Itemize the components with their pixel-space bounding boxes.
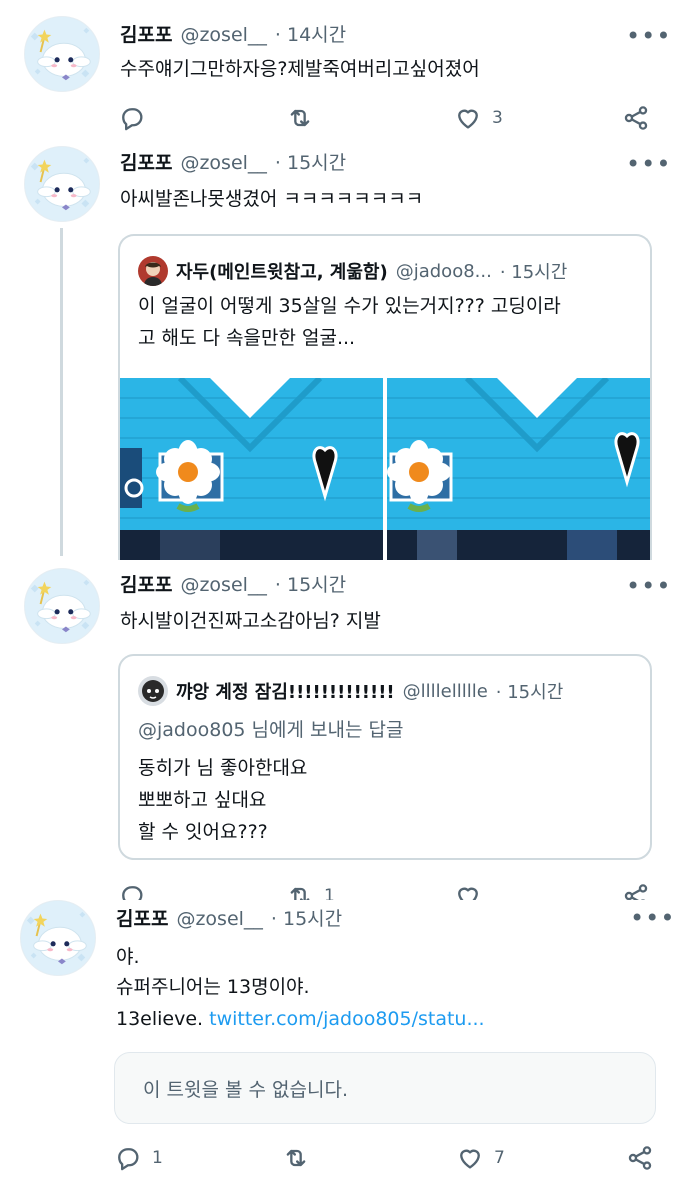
reply-to-label: @jadoo805 님에게 보내는 답글 [138,719,404,741]
quoted-timestamp: · 15시간 [495,682,564,703]
tweet-header: 김포포 @zosel__ · 15시간 [120,148,346,175]
reply-button[interactable] [118,882,156,900]
avatar-image [21,901,95,975]
quoted-tweet[interactable]: 자두(메인트윗참고, 계욺함) @jadoo8... · 15시간 이 얼굴이 … [118,234,652,560]
avatar[interactable] [24,146,100,222]
tweet-text-prefix: 13elieve. [116,1008,210,1030]
action-bar: 3 [118,104,658,138]
avatar-image [25,17,99,91]
thread-connector [60,228,63,556]
avatar[interactable] [20,900,96,976]
like-count: 3 [492,108,503,128]
timestamp[interactable]: · 15시간 [275,570,346,597]
user-handle[interactable]: @zosel__ [180,152,266,174]
tweet-line: 야. [116,946,140,968]
retweet-button[interactable] [282,1144,320,1172]
tweet-line: 13elieve. twitter.com/jadoo805/statu... [116,1004,485,1034]
more-icon[interactable]: ••• [626,152,671,176]
quoted-header: 꺄앙 계정 잠김!!!!!!!!!!!!! @llllellllle · 15시… [138,676,563,706]
tweet-line: 슈퍼주니어는 13명이야. [116,976,310,998]
quoted-display-name: 꺄앙 계정 잠김!!!!!!!!!!!!! [176,682,395,703]
retweet-icon [282,1144,310,1172]
like-button[interactable] [454,882,492,900]
action-bar: 1 [118,882,658,900]
share-button[interactable] [626,1144,654,1172]
reply-button[interactable] [118,104,156,132]
display-name[interactable]: 김포포 [120,148,172,175]
more-icon[interactable]: ••• [626,574,671,598]
display-name[interactable]: 김포포 [116,904,168,931]
reply-icon [114,1144,142,1172]
reply-button[interactable]: 1 [114,1144,163,1172]
media-image[interactable] [387,378,650,560]
tweet-text: 하시발이건진짜고소감아님? 지발 [120,610,381,632]
like-count: 7 [494,1148,505,1168]
quoted-handle: @jadoo8... [395,260,492,282]
quoted-text: 이 얼굴이 어떻게 35살일 수가 있는거지??? 고딩이라 고 해도 다 속을… [138,295,561,349]
timestamp[interactable]: · 14시간 [275,20,346,47]
avatar-image [25,147,99,221]
tweet-link[interactable]: twitter.com/jadoo805/statu... [209,1008,484,1030]
tweet-text: 아씨발존나못생겼어 ㅋㅋㅋㅋㅋㅋㅋㅋ [120,188,424,210]
avatar[interactable] [24,16,100,92]
retweet-icon [286,104,314,132]
display-name[interactable]: 김포포 [120,570,172,597]
retweet-icon [286,882,314,900]
unavailable-tweet-notice: 이 트윗을 볼 수 없습니다. [114,1052,656,1124]
quoted-timestamp: · 15시간 [499,262,568,283]
timestamp[interactable]: · 15시간 [271,904,342,931]
more-icon[interactable]: ••• [626,24,671,48]
quoted-tweet[interactable]: 꺄앙 계정 잠김!!!!!!!!!!!!! @llllellllle · 15시… [118,654,652,860]
retweet-count: 1 [324,886,335,900]
display-name[interactable]: 김포포 [120,20,172,47]
tweet-header: 김포포 @zosel__ · 14시간 [120,20,346,47]
tweet-header: 김포포 @zosel__ · 15시간 [116,904,342,931]
reply-icon [118,882,146,900]
retweet-button[interactable]: 1 [286,882,335,900]
share-icon [622,882,650,900]
like-icon [456,1144,484,1172]
quoted-text: 동히가 님 좋아한대요 뽀뽀하고 싶대요 할 수 잇어요??? [138,757,308,843]
quoted-handle: @llllellllle [402,680,488,702]
media-image[interactable] [120,378,383,560]
reply-count: 1 [152,1148,163,1168]
tweet-header: 김포포 @zosel__ · 15시간 [120,570,346,597]
user-handle[interactable]: @zosel__ [180,574,266,596]
user-handle[interactable]: @zosel__ [180,24,266,46]
more-icon[interactable]: ••• [630,906,674,930]
retweet-button[interactable] [286,104,324,132]
reply-icon [118,104,146,132]
like-button[interactable]: 3 [454,104,503,132]
share-button[interactable] [622,882,650,900]
quoted-header: 자두(메인트윗참고, 계욺함) @jadoo8... · 15시간 [138,256,567,286]
like-button[interactable]: 7 [456,1144,505,1172]
quoted-avatar [138,676,168,706]
avatar-image [25,569,99,643]
share-icon [626,1144,654,1172]
timestamp[interactable]: · 15시간 [275,148,346,175]
share-button[interactable] [622,104,650,132]
user-handle[interactable]: @zosel__ [176,908,262,930]
like-icon [454,882,482,900]
share-icon [622,104,650,132]
like-icon [454,104,482,132]
tweet-text: 수주얘기그만하자응?제발죽여버리고싶어졌어 [120,58,480,80]
action-bar: 1 7 [114,1144,658,1178]
quoted-display-name: 자두(메인트윗참고, 계욺함) [176,262,388,283]
avatar[interactable] [24,568,100,644]
quoted-avatar [138,256,168,286]
